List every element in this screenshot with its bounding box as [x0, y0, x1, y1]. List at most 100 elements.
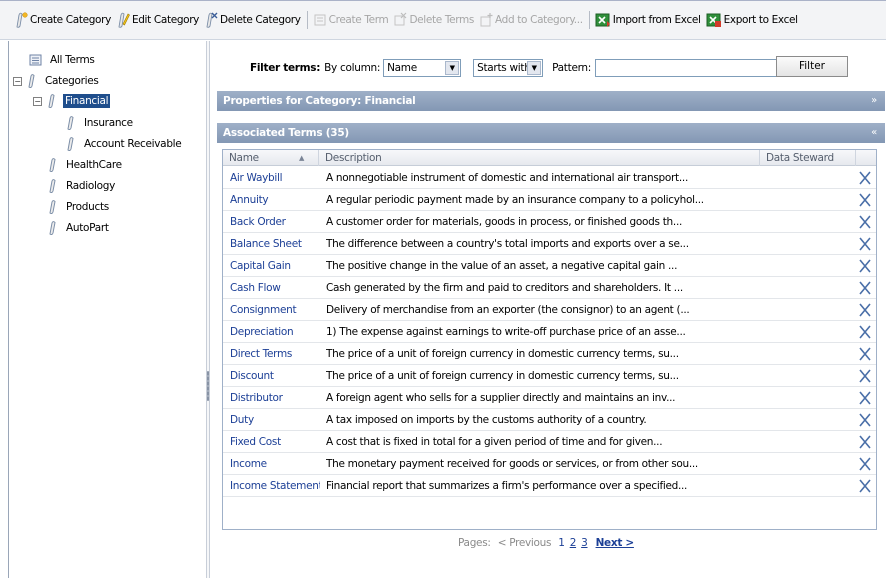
term-name-link[interactable]: Income: [230, 453, 320, 475]
term-name-link[interactable]: Discount: [230, 365, 320, 387]
import-excel-icon: [595, 13, 610, 27]
tree-item-healthcare[interactable]: HealthCare: [49, 156, 124, 174]
term-name-link[interactable]: Income Statement: [230, 475, 320, 497]
table-row[interactable]: Fixed Cost A cost that is fixed in total …: [223, 431, 876, 453]
delete-term-icon[interactable]: [857, 235, 873, 253]
table-row[interactable]: Distributor A foreign agent who sells for…: [223, 387, 876, 409]
delete-terms-button[interactable]: Delete Terms: [391, 10, 477, 30]
term-name-link[interactable]: Fixed Cost: [230, 431, 320, 453]
tree-item-all-terms[interactable]: All Terms: [29, 51, 97, 69]
import-from-excel-button[interactable]: Import from Excel: [593, 10, 704, 30]
delete-term-icon[interactable]: [857, 411, 873, 429]
pane-splitter[interactable]: [206, 41, 210, 578]
term-name-link[interactable]: Duty: [230, 409, 320, 431]
page-3-link[interactable]: 3: [581, 537, 588, 549]
delete-term-icon[interactable]: [857, 389, 873, 407]
collapse-panel-icon[interactable]: «: [871, 123, 877, 143]
next-page-link[interactable]: Next >: [596, 537, 635, 549]
delete-term-icon[interactable]: [857, 257, 873, 275]
delete-term-icon[interactable]: [857, 477, 873, 495]
term-name-link[interactable]: Cash Flow: [230, 277, 320, 299]
toolbar-separator: [306, 11, 308, 29]
term-name-link[interactable]: Direct Terms: [230, 343, 320, 365]
term-description: The monetary payment received for goods …: [326, 458, 698, 470]
term-name-link[interactable]: Distributor: [230, 387, 320, 409]
terms-table: Name ▲ Description Data Steward Air Wayb…: [222, 149, 877, 530]
table-row[interactable]: Discount The price of a unit of foreign c…: [223, 365, 876, 387]
page-1-link[interactable]: 1: [558, 537, 565, 549]
term-description: A foreign agent who sells for a supplier…: [326, 392, 676, 404]
table-row[interactable]: Annuity A regular periodic payment made b…: [223, 189, 876, 211]
delete-term-icon[interactable]: [857, 279, 873, 297]
tree-item-account-receivable[interactable]: Account Receivable: [67, 135, 183, 153]
tree-label-all-terms: All Terms: [50, 54, 95, 66]
delete-category-label: Delete Category: [220, 14, 301, 26]
delete-term-icon[interactable]: [857, 323, 873, 341]
column-header-data-steward[interactable]: Data Steward: [760, 150, 856, 166]
category-icon: [49, 200, 56, 214]
create-term-icon: [314, 14, 326, 26]
previous-page-link[interactable]: < Previous: [498, 537, 552, 549]
delete-term-icon[interactable]: [857, 455, 873, 473]
table-row[interactable]: Duty A tax imposed on imports by the cust…: [223, 409, 876, 431]
splitter-grip: [207, 371, 209, 401]
term-description: The difference between a country's total…: [326, 238, 689, 250]
table-row[interactable]: Capital Gain The positive change in the v…: [223, 255, 876, 277]
term-description: The positive change in the value of an a…: [326, 260, 678, 272]
add-to-category-button[interactable]: Add to Category...: [477, 10, 586, 30]
properties-panel-header[interactable]: Properties for Category: Financial »: [217, 91, 885, 111]
table-row[interactable]: Back Order A customer order for materials…: [223, 211, 876, 233]
export-to-excel-label: Export to Excel: [723, 14, 799, 26]
column-header-description[interactable]: Description: [319, 150, 760, 166]
create-category-button[interactable]: Create Category: [12, 10, 114, 30]
delete-term-icon[interactable]: [857, 345, 873, 363]
term-name-link[interactable]: Consignment: [230, 299, 320, 321]
term-name-link[interactable]: Capital Gain: [230, 255, 320, 277]
tree-item-products[interactable]: Products: [49, 198, 111, 216]
term-name-link[interactable]: Back Order: [230, 211, 320, 233]
table-row[interactable]: Depreciation 1) The expense against earni…: [223, 321, 876, 343]
expand-panel-icon[interactable]: »: [871, 91, 877, 111]
term-name-link[interactable]: Balance Sheet: [230, 233, 320, 255]
delete-category-button[interactable]: Delete Category: [202, 10, 304, 30]
term-name-link[interactable]: Annuity: [230, 189, 320, 211]
table-row[interactable]: Income Statement Financial report that su…: [223, 475, 876, 497]
chevron-down-icon: ▼: [445, 61, 460, 75]
delete-term-icon[interactable]: [857, 433, 873, 451]
tree-item-radiology[interactable]: Radiology: [49, 177, 117, 195]
delete-term-icon[interactable]: [857, 191, 873, 209]
delete-term-icon[interactable]: [857, 213, 873, 231]
export-to-excel-button[interactable]: Export to Excel: [704, 10, 801, 30]
column-header-name[interactable]: Name ▲: [223, 150, 319, 166]
delete-term-icon[interactable]: [857, 301, 873, 319]
category-tree: All Terms − Categories − Financial Insur…: [8, 41, 206, 578]
create-term-button[interactable]: Create Term: [311, 10, 392, 30]
term-name-link[interactable]: Depreciation: [230, 321, 320, 343]
collapse-categories-toggle[interactable]: −: [13, 76, 22, 86]
column-select[interactable]: Name ▼: [383, 59, 462, 77]
associated-terms-panel-header[interactable]: Associated Terms (35) «: [217, 123, 885, 143]
match-type-select[interactable]: Starts with ▼: [473, 59, 544, 77]
delete-term-icon[interactable]: [857, 169, 873, 187]
pattern-input[interactable]: [595, 59, 792, 77]
table-row[interactable]: Direct Terms The price of a unit of forei…: [223, 343, 876, 365]
table-row[interactable]: Cash Flow Cash generated by the firm and …: [223, 277, 876, 299]
table-row[interactable]: Income The monetary payment received for …: [223, 453, 876, 475]
tree-item-financial[interactable]: − Financial: [33, 92, 111, 110]
tree-item-categories[interactable]: − Categories: [13, 72, 101, 90]
edit-category-icon: [118, 12, 130, 28]
tree-item-autopart[interactable]: AutoPart: [49, 219, 111, 237]
category-icon: [67, 137, 74, 151]
term-name-link[interactable]: Air Waybill: [230, 167, 320, 189]
table-row[interactable]: Air Waybill A nonnegotiable instrument of…: [223, 167, 876, 189]
edit-category-button[interactable]: Edit Category: [114, 10, 202, 30]
tree-item-insurance[interactable]: Insurance: [67, 114, 135, 132]
term-description: Financial report that summarizes a firm'…: [326, 480, 688, 492]
delete-term-icon[interactable]: [857, 367, 873, 385]
page-2-link[interactable]: 2: [570, 537, 577, 549]
table-row[interactable]: Balance Sheet The difference between a co…: [223, 233, 876, 255]
table-row[interactable]: Consignment Delivery of merchandise from …: [223, 299, 876, 321]
term-description: The price of a unit of foreign currency …: [326, 370, 679, 382]
collapse-financial-toggle[interactable]: −: [33, 96, 42, 106]
filter-button[interactable]: Filter: [776, 56, 848, 77]
